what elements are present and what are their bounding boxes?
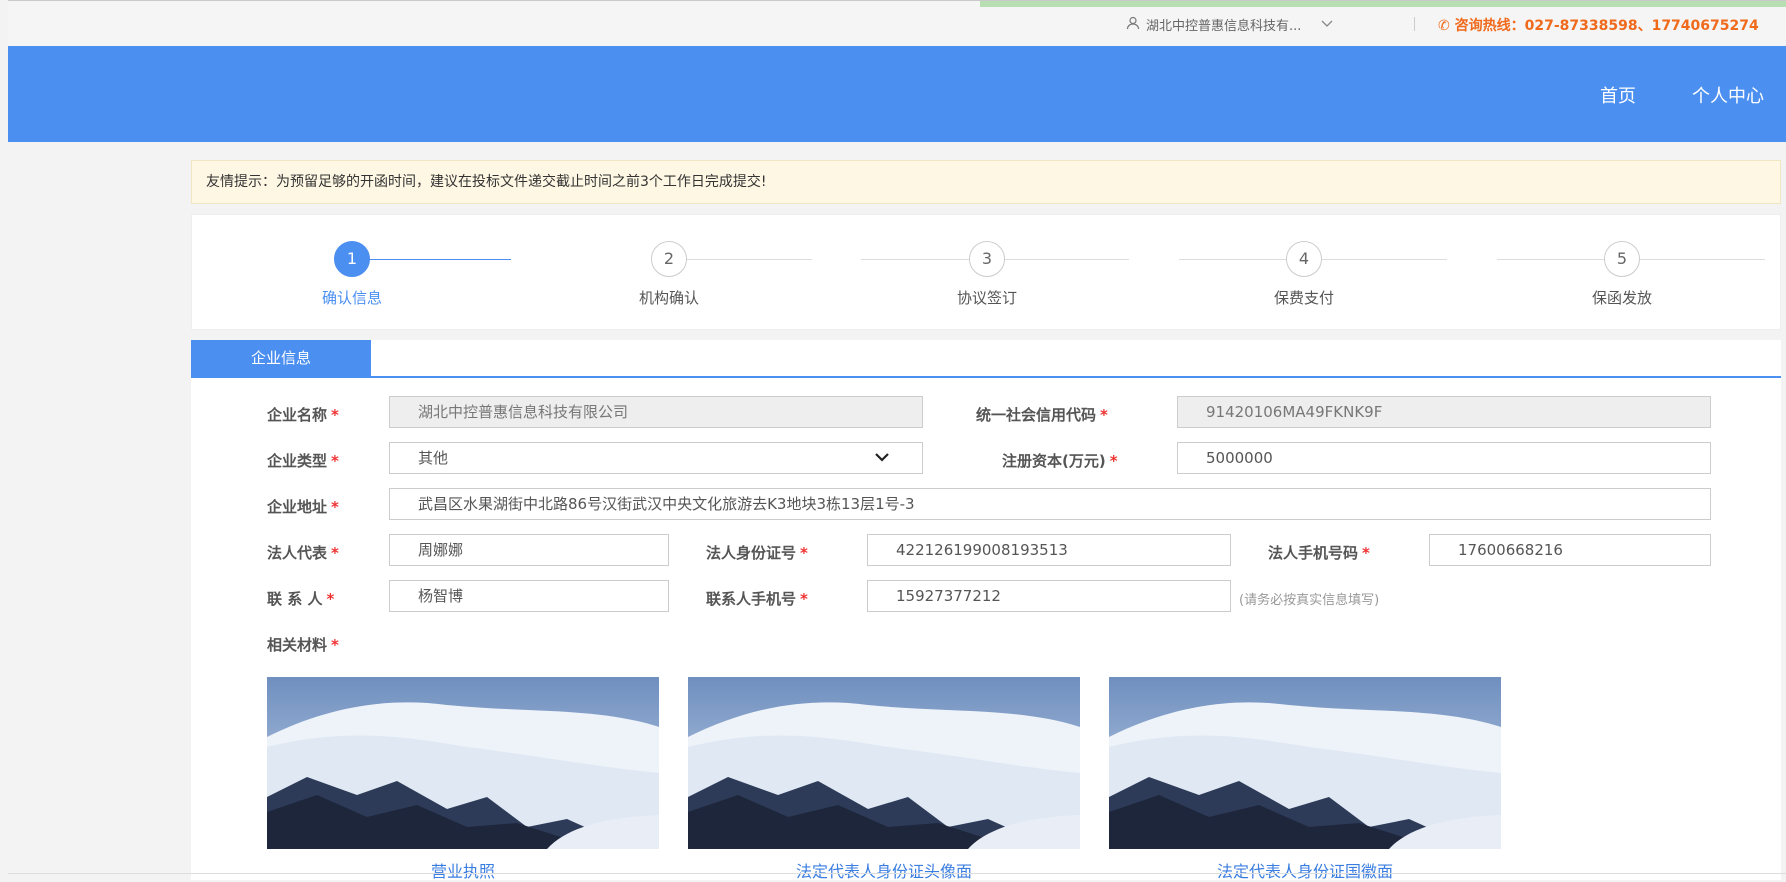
label-legal-rep: 法人代表 * [267, 542, 339, 563]
reg-capital-field[interactable]: 5000000 [1177, 442, 1711, 474]
required-mark: * [331, 498, 339, 516]
phone-icon: ✆ [1438, 18, 1450, 34]
step-number: 2 [651, 241, 687, 277]
material-image-id-back[interactable] [1109, 677, 1501, 849]
contact-field[interactable]: 杨智博 [389, 580, 669, 612]
step-4: 4 保费支付 [1204, 241, 1404, 308]
top-accent-line [980, 1, 1786, 7]
label-contact-phone: 联系人手机号 * [706, 588, 808, 609]
required-mark: * [1362, 544, 1370, 562]
material-caption[interactable]: 法定代表人身份证头像面 [688, 858, 1080, 882]
label-text: 法人代表 [267, 544, 328, 562]
mountain-image [688, 677, 1080, 849]
tab-bar: 企业信息 [191, 340, 1781, 378]
material-image-business-license[interactable] [267, 677, 659, 849]
label-text: 联 系 人 [267, 590, 323, 608]
label-text: 法人身份证号 [706, 544, 797, 562]
step-label: 保费支付 [1273, 289, 1334, 307]
chevron-down-icon [874, 443, 890, 473]
required-mark: * [331, 544, 339, 562]
legal-rep-field[interactable]: 周娜娜 [389, 534, 669, 566]
contact-phone-field[interactable]: 15927377212 [867, 580, 1231, 612]
required-mark: * [326, 590, 335, 608]
address-field[interactable]: 武昌区水果湖街中北路86号汉街武汉中央文化旅游去K3地块3栋13层1号-3 [389, 488, 1711, 520]
legal-id-field[interactable]: 422126199008193513 [867, 534, 1231, 566]
company-name-field[interactable]: 湖北中控普惠信息科技有限公司 [389, 396, 923, 428]
step-5: 5 保函发放 [1522, 241, 1722, 308]
hotline: ✆ 咨询热线：027-87338598、17740675274 [1438, 15, 1759, 35]
label-contact: 联 系 人 * [267, 588, 334, 609]
chevron-down-icon [1321, 17, 1333, 32]
step-2: 2 机构确认 [569, 241, 769, 308]
material-caption[interactable]: 营业执照 [267, 858, 659, 882]
step-1: 1 确认信息 [252, 241, 452, 308]
step-3: 3 协议签订 [887, 241, 1087, 308]
label-text: 企业类型 [267, 452, 328, 470]
step-number: 1 [334, 241, 370, 277]
hotline-text: 咨询热线：027-87338598、17740675274 [1454, 18, 1759, 34]
label-legal-id: 法人身份证号 * [706, 542, 808, 563]
select-value: 其他 [418, 449, 449, 467]
label-text: 统一社会信用代码 [976, 406, 1097, 424]
divider [8, 873, 1786, 874]
label-text: 企业名称 [267, 406, 328, 424]
required-mark: * [800, 544, 808, 562]
legal-phone-field[interactable]: 17600668216 [1429, 534, 1711, 566]
tab-company-info[interactable]: 企业信息 [191, 340, 371, 376]
company-info-section: 企业信息 企业名称 * 湖北中控普惠信息科技有限公司 统一社会信用代码 * 9142… [191, 340, 1781, 882]
friendly-tip: 友情提示：为预留足够的开函时间，建议在投标文件递交截止时间之前3个工作日完成提交… [191, 160, 1781, 204]
label-text: 法人手机号码 [1268, 544, 1359, 562]
label-text: 联系人手机号 [706, 590, 797, 608]
step-label: 机构确认 [638, 289, 699, 307]
label-credit-code: 统一社会信用代码 * [976, 404, 1108, 425]
divider [1414, 17, 1415, 31]
nav-personal-center[interactable]: 个人中心 [1692, 82, 1764, 108]
label-legal-phone: 法人手机号码 * [1268, 542, 1370, 563]
required-mark: * [331, 636, 339, 654]
label-reg-capital: 注册资本(万元) * [1002, 450, 1118, 471]
label-materials: 相关材料 * [267, 634, 339, 655]
mountain-image [267, 677, 659, 849]
step-label: 协议签订 [956, 289, 1017, 307]
company-name-text: 湖北中控普惠信息科技有... [1146, 19, 1302, 34]
top-utility-bar: 湖北中控普惠信息科技有... ✆ 咨询热线：027-87338598、17740… [8, 0, 1786, 47]
step-number: 3 [969, 241, 1005, 277]
step-number: 5 [1604, 241, 1640, 277]
mountain-image [1109, 677, 1501, 849]
nav-home[interactable]: 首页 [1600, 82, 1636, 108]
required-mark: * [331, 452, 339, 470]
required-mark: * [331, 406, 339, 424]
user-icon [1126, 16, 1140, 34]
step-number: 4 [1286, 241, 1322, 277]
material-caption[interactable]: 法定代表人身份证国徽面 [1109, 858, 1501, 882]
label-text: 注册资本(万元) [1002, 452, 1106, 470]
required-mark: * [1100, 406, 1108, 424]
label-address: 企业地址 * [267, 496, 339, 517]
required-mark: * [1109, 452, 1118, 470]
label-text: 相关材料 [267, 636, 328, 654]
company-switcher[interactable]: 湖北中控普惠信息科技有... [1126, 15, 1333, 34]
label-text: 企业地址 [267, 498, 328, 516]
main-header: 首页 个人中心 [8, 46, 1786, 142]
label-company-name: 企业名称 * [267, 404, 339, 425]
credit-code-field[interactable]: 91420106MA49FKNK9F [1177, 396, 1711, 428]
company-type-select[interactable]: 其他 [389, 442, 923, 474]
material-image-id-front[interactable] [688, 677, 1080, 849]
label-company-type: 企业类型 * [267, 450, 339, 471]
step-label: 确认信息 [321, 289, 382, 307]
step-label: 保函发放 [1591, 289, 1652, 307]
progress-steps: 1 确认信息 2 机构确认 3 协议签订 4 保费支付 5 保函发放 [191, 214, 1781, 330]
required-mark: * [800, 590, 808, 608]
contact-hint: (请务必按真实信息填写) [1239, 593, 1380, 608]
